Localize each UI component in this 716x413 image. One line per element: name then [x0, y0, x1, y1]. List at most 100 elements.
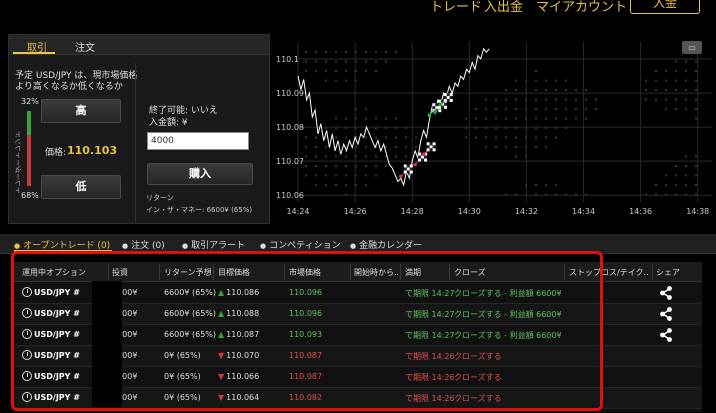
- tab-orders[interactable]: ● 注文 (0): [122, 238, 165, 251]
- trade-close-link[interactable]: クローズする - 利益額 6600¥: [454, 288, 562, 299]
- column-header[interactable]: 運用中オプション: [22, 267, 86, 278]
- trade-symbol: USD/JPY #: [34, 372, 80, 381]
- tab-order[interactable]: 注文: [75, 39, 95, 54]
- trade-expiry: で期限 14:27: [405, 289, 455, 298]
- clock-icon: [22, 287, 32, 297]
- x-tick-label: 14:38: [686, 207, 709, 216]
- tab-competition[interactable]: ● コンペティション: [260, 238, 341, 251]
- nav-account-link[interactable]: マイアカウント: [536, 0, 627, 15]
- x-tick-label: 14:26: [344, 207, 367, 216]
- trade-target-price: ▼ 110.064: [218, 393, 259, 402]
- trade-symbol: USD/JPY #: [34, 351, 80, 360]
- arrow-up-icon: ▲: [218, 330, 225, 339]
- nav-deposit-link[interactable]: 入出金: [484, 0, 523, 15]
- y-tick-label: 110.1: [276, 55, 299, 64]
- column-separator: [564, 264, 565, 280]
- column-separator: [652, 264, 653, 280]
- trade-market-price: 110.096: [289, 288, 323, 297]
- share-icon[interactable]: [658, 285, 674, 301]
- x-tick-label: 14:24: [286, 207, 309, 216]
- clock-icon: [22, 308, 32, 318]
- table-header: 運用中オプション 投資 リターン予想 目標価格 市場価格 開始時から... 満期 クローズ スト…: [14, 262, 702, 282]
- tab-trade-alerts-label: 取引アラート: [191, 241, 246, 251]
- trade-target-price: ▼ 110.070: [218, 351, 259, 360]
- tab-bullet-icon: ●: [122, 242, 129, 250]
- tab-trade-alerts[interactable]: ● 取引アラート: [182, 238, 245, 251]
- x-tick-label: 14:30: [458, 207, 481, 216]
- column-separator: [159, 264, 160, 280]
- trade-target-value: 110.066: [226, 372, 260, 381]
- arrow-down-icon: ▼: [218, 351, 225, 360]
- chart-camera-icon[interactable]: ▭: [682, 41, 702, 54]
- open-trades-table: 運用中オプション 投資 リターン予想 目標価格 市場価格 開始時から... 満期 クローズ スト…: [14, 262, 702, 412]
- trade-target-value: 110.088: [226, 309, 260, 318]
- trade-target-value: 110.070: [226, 351, 260, 360]
- trade-target-price: ▼ 110.066: [218, 372, 259, 381]
- trade-panel: 取引 注文 予定 USD/JPY は、現市場価格より高くなるか低くなるか 32%…: [8, 34, 270, 224]
- share-icon[interactable]: [658, 327, 674, 343]
- deposit-button[interactable]: 入金: [630, 0, 700, 14]
- trader-trend-label: トレーダートレンド: [14, 131, 22, 194]
- price-chart[interactable]: 14:24 14:26 14:28 14:30 14:32 14:34 14:36 14:38…: [272, 34, 716, 220]
- high-button[interactable]: 高: [41, 99, 121, 123]
- price-chart-svg: 14:24 14:26 14:28 14:30 14:32 14:34 14:36 14:38…: [276, 42, 712, 216]
- x-tick-label: 14:36: [629, 207, 652, 216]
- clock-icon: [22, 350, 32, 360]
- trend-up-fill: [27, 111, 31, 135]
- column-separator: [108, 264, 109, 280]
- tab-orders-label: 注文 (0): [131, 241, 165, 251]
- return-value: イン・ザ・マネー: 6600¥ (65%): [146, 206, 253, 214]
- trade-close-link[interactable]: クローズする: [454, 351, 502, 362]
- trade-close-link[interactable]: クローズする: [454, 372, 502, 383]
- trade-market-price: 110.087: [289, 372, 323, 381]
- trade-symbol: USD/JPY #: [34, 309, 80, 318]
- tab-competition-label: コンペティション: [269, 241, 341, 251]
- return-label: リターン: [146, 194, 174, 202]
- trade-target-value: 110.064: [226, 393, 260, 402]
- tab-bullet-icon: ●: [182, 242, 189, 250]
- x-tick-label: 14:32: [515, 207, 538, 216]
- price-value: 110.103: [67, 144, 118, 157]
- column-header[interactable]: シェア: [656, 267, 680, 278]
- trade-expiry: で期限 14:26: [405, 352, 455, 361]
- trend-down-percent: 68%: [21, 191, 39, 200]
- x-tick-label: 14:28: [401, 207, 424, 216]
- trade-expiry: で期限 14:27: [405, 310, 455, 319]
- column-separator: [213, 264, 214, 280]
- y-tick-label: 110.09: [276, 89, 304, 98]
- arrow-down-icon: ▼: [218, 372, 225, 381]
- column-header[interactable]: 市場価格: [289, 267, 321, 278]
- column-header[interactable]: 目標価格: [218, 267, 250, 278]
- deposit-amount-label: 入金額: ¥: [149, 118, 188, 128]
- panel-divider: [135, 63, 136, 223]
- tab-bullet-icon: ●: [350, 242, 357, 250]
- low-button[interactable]: 低: [41, 175, 121, 199]
- trade-close-link[interactable]: クローズする - 利益額 6600¥: [454, 330, 562, 341]
- x-tick-label: 14:34: [572, 207, 595, 216]
- nav-trade-link[interactable]: トレード: [430, 0, 482, 15]
- price-label: 価格:: [45, 148, 67, 158]
- bottom-tabs: ● オープントレード (0) ● 注文 (0) ● 取引アラート ● コンペティション …: [0, 234, 716, 254]
- arrow-up-icon: ▲: [218, 309, 225, 318]
- column-header[interactable]: ストップロス/テイク...: [569, 267, 649, 278]
- column-header[interactable]: 開始時から...: [354, 267, 402, 278]
- column-header[interactable]: リターン予想: [164, 267, 212, 278]
- deposit-amount-input[interactable]: [147, 132, 249, 150]
- active-tab-underline: [13, 52, 55, 54]
- tab-economic-calendar[interactable]: ● 金融カレンダー: [350, 238, 422, 251]
- column-separator: [284, 264, 285, 280]
- tab-bullet-icon: ●: [260, 242, 267, 250]
- trade-close-link[interactable]: クローズする: [454, 393, 502, 404]
- buy-button[interactable]: 購入: [147, 163, 253, 185]
- y-tick-label: 110.08: [276, 123, 304, 132]
- y-tick-label: 110.06: [276, 191, 304, 200]
- column-header[interactable]: クローズ: [454, 267, 486, 278]
- trade-close-link[interactable]: クローズする - 利益額 6600¥: [454, 309, 562, 320]
- trade-expected-return: 0¥ (65%): [164, 351, 201, 360]
- trade-target-price: ▲ 110.086: [218, 288, 259, 297]
- column-header[interactable]: 投資: [112, 267, 128, 278]
- trade-target-value: 110.086: [226, 288, 260, 297]
- column-header[interactable]: 満期: [405, 267, 421, 278]
- share-icon[interactable]: [658, 306, 674, 322]
- trade-panel-tabs: 取引 注文: [9, 35, 269, 55]
